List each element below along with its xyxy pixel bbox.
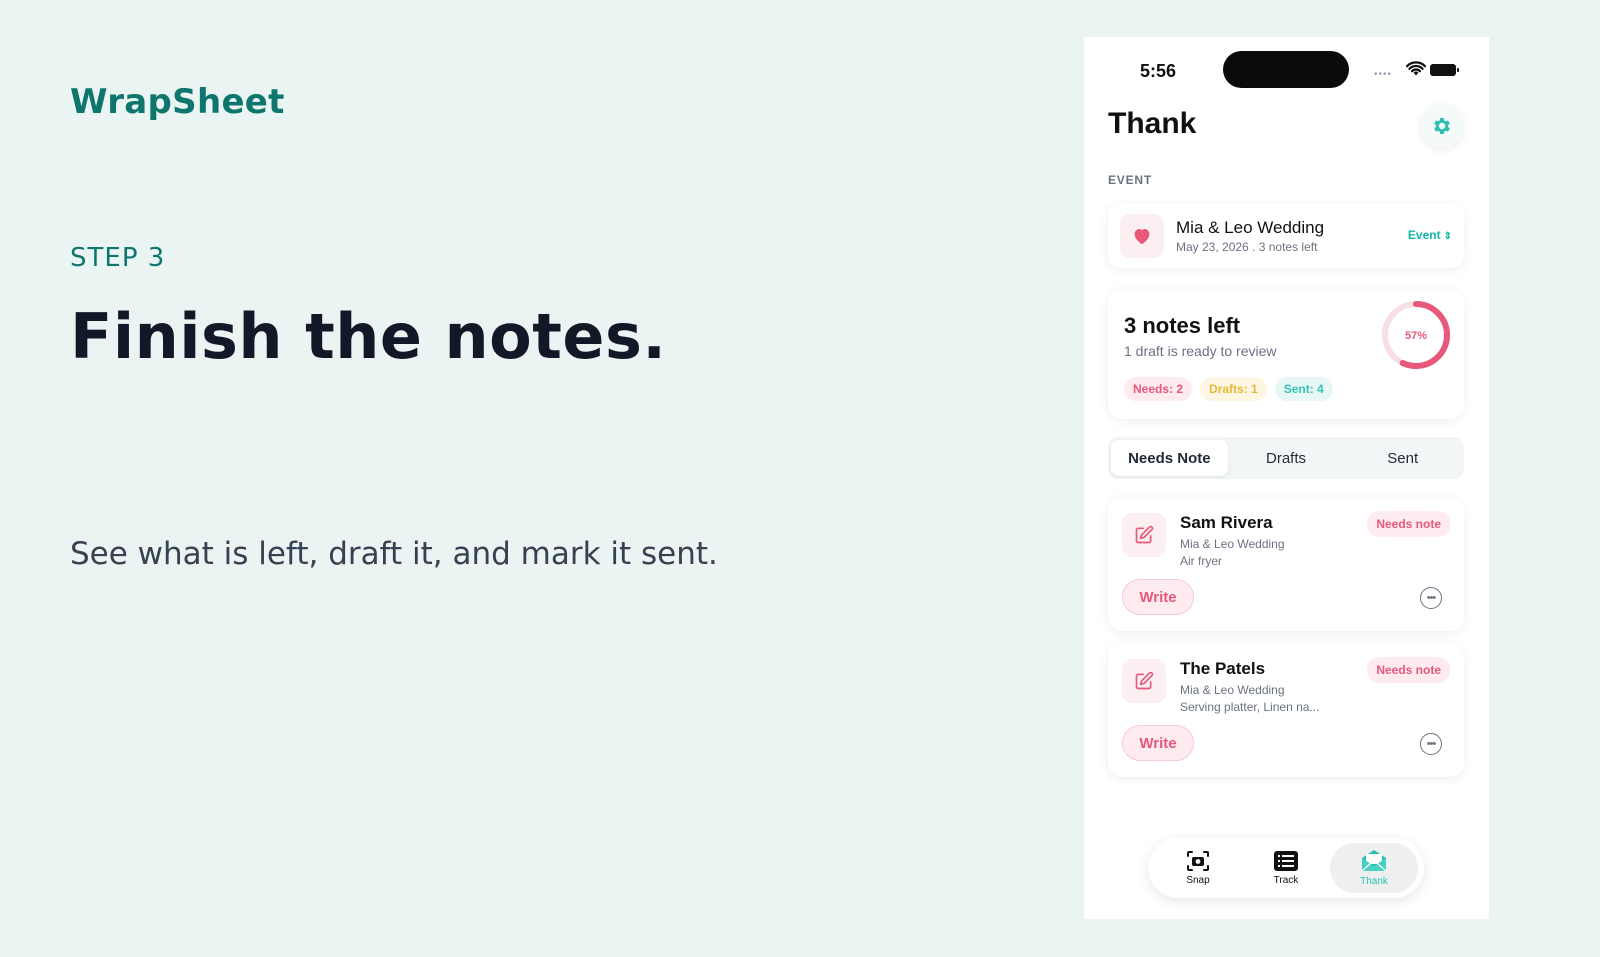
status-badge: Needs note — [1367, 511, 1450, 537]
write-button[interactable]: Write — [1122, 725, 1194, 761]
note-recipient: The Patels — [1180, 659, 1266, 678]
note-recipient: Sam Rivera — [1180, 513, 1273, 532]
note-gifts: Serving platter, Linen na... — [1180, 700, 1320, 714]
chip-needs[interactable]: Needs: 2 — [1124, 377, 1193, 401]
tab-drafts[interactable]: Drafts — [1228, 440, 1345, 476]
event-selector-label: Event — [1407, 228, 1441, 242]
nav-item-thank[interactable]: Thank — [1330, 843, 1418, 893]
summary-subtitle: 1 draft is ready to review — [1124, 343, 1277, 359]
headline: Finish the notes. — [70, 300, 667, 373]
event-meta: May 23, 2026 . 3 notes left — [1176, 240, 1318, 254]
nav-item-snap[interactable]: Snap — [1154, 843, 1242, 893]
event-name: Mia & Leo Wedding — [1176, 218, 1325, 237]
nav-label-track: Track — [1273, 875, 1299, 886]
chip-drafts[interactable]: Drafts: 1 — [1200, 377, 1267, 401]
tab-needs-note[interactable]: Needs Note — [1111, 440, 1228, 476]
more-options-icon[interactable]: ••• — [1420, 733, 1442, 755]
status-badge: Needs note — [1367, 657, 1450, 683]
gear-icon — [1434, 118, 1450, 134]
battery-icon — [1430, 64, 1459, 76]
event-icon-tile — [1120, 214, 1164, 258]
progress-ring: 57% — [1382, 301, 1450, 369]
status-chips: Needs: 2 Drafts: 1 Sent: 4 — [1124, 377, 1333, 401]
nav-label-thank: Thank — [1360, 876, 1388, 887]
event-card[interactable]: Mia & Leo Wedding May 23, 2026 . 3 notes… — [1108, 204, 1464, 268]
status-time: 5:56 — [1140, 61, 1177, 81]
note-card: The Patels Mia & Leo Wedding Serving pla… — [1108, 643, 1464, 777]
segmented-tabs: Needs Note Drafts Sent — [1108, 437, 1464, 479]
settings-button[interactable] — [1420, 104, 1464, 148]
note-icon-tile — [1122, 659, 1166, 703]
step-label: STEP 3 — [70, 243, 166, 273]
section-label-event: EVENT — [1108, 173, 1153, 187]
chip-sent[interactable]: Sent: 4 — [1274, 377, 1333, 401]
note-event: Mia & Leo Wedding — [1180, 683, 1285, 697]
screen-title: Thank — [1108, 107, 1197, 140]
note-card: Sam Rivera Mia & Leo Wedding Air fryer N… — [1108, 497, 1464, 631]
nav-label-snap: Snap — [1186, 875, 1210, 886]
phone-screen: 5:56 •••• Thank EVENT Mia & Leo Wedding … — [1084, 37, 1489, 919]
note-event: Mia & Leo Wedding — [1180, 537, 1285, 551]
progress-label: 57% — [1405, 330, 1427, 342]
heart-icon — [1134, 229, 1150, 245]
envelope-icon — [1361, 850, 1387, 872]
nav-item-track[interactable]: Track — [1242, 843, 1330, 893]
chevron-up-down-icon: ⇕ — [1443, 231, 1452, 242]
summary-card: 3 notes left 1 draft is ready to review … — [1108, 289, 1464, 419]
tab-sent[interactable]: Sent — [1344, 440, 1461, 476]
write-button[interactable]: Write — [1122, 579, 1194, 615]
brand-title: WrapSheet — [70, 82, 285, 122]
summary-title: 3 notes left — [1124, 313, 1241, 338]
status-icons: •••• — [1374, 61, 1464, 80]
bottom-nav: Snap Track Thank — [1148, 838, 1424, 898]
more-options-icon[interactable]: ••• — [1420, 587, 1442, 609]
edit-icon — [1135, 671, 1154, 690]
signal-icon: •••• — [1374, 69, 1393, 80]
edit-icon — [1135, 525, 1154, 544]
camera-icon — [1187, 851, 1209, 871]
list-icon — [1274, 851, 1298, 871]
event-selector[interactable]: Event ⇕ — [1408, 228, 1452, 242]
wifi-icon — [1406, 61, 1426, 76]
subline: See what is left, draft it, and mark it … — [70, 536, 718, 572]
note-gifts: Air fryer — [1180, 554, 1222, 568]
note-icon-tile — [1122, 513, 1166, 557]
dynamic-island — [1223, 51, 1349, 88]
